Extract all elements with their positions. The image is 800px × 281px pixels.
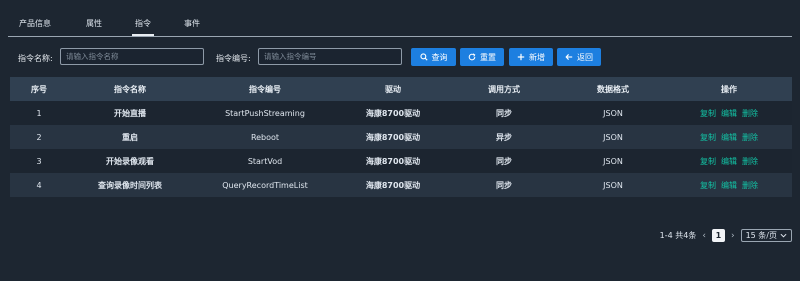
edit-link[interactable]: 编辑: [721, 132, 737, 143]
delete-link[interactable]: 删除: [742, 156, 758, 167]
row-data-format: JSON: [603, 156, 623, 166]
header-call-mode: 调用方式: [488, 84, 520, 94]
row-name: 开始直播: [114, 108, 146, 118]
arrow-left-icon: [565, 54, 573, 60]
back-button[interactable]: 返回: [557, 48, 601, 66]
row-actions: 复制 编辑 删除: [666, 180, 792, 191]
command-code-input[interactable]: [258, 48, 402, 65]
tab-bar: 产品信息 属性 指令 事件: [8, 14, 792, 37]
search-icon: [419, 53, 428, 61]
tab-events[interactable]: 事件: [182, 18, 202, 36]
prev-page-icon[interactable]: ‹: [702, 231, 706, 241]
page-size-select[interactable]: 15 条/页: [740, 229, 792, 242]
row-index: 3: [36, 156, 42, 166]
edit-link[interactable]: 编辑: [721, 180, 737, 191]
row-driver: 海康8700驱动: [365, 132, 421, 142]
row-actions: 复制 编辑 删除: [666, 132, 792, 143]
refresh-icon: [468, 53, 476, 61]
page-number-current[interactable]: 1: [711, 229, 725, 242]
header-index: 序号: [31, 84, 47, 94]
copy-link[interactable]: 复制: [700, 108, 716, 119]
copy-link[interactable]: 复制: [700, 156, 716, 167]
plus-icon: [517, 53, 525, 61]
row-data-format: JSON: [603, 132, 623, 142]
row-code: QueryRecordTimeList: [222, 180, 308, 190]
reset-button-label: 重置: [480, 52, 496, 62]
tab-properties[interactable]: 属性: [84, 18, 104, 36]
table-row: 2 重启 Reboot 海康8700驱动 异步 JSON 复制 编辑 删除: [10, 125, 792, 149]
row-data-format: JSON: [603, 180, 623, 190]
table-row: 3 开始录像观看 StartVod 海康8700驱动 同步 JSON 复制 编辑…: [10, 149, 792, 173]
row-name: 查询录像时间列表: [98, 180, 162, 190]
search-button[interactable]: 查询: [411, 48, 456, 66]
row-driver: 海康8700驱动: [365, 180, 421, 190]
add-button-label: 新增: [529, 52, 545, 62]
add-button[interactable]: 新增: [509, 48, 553, 66]
command-code-label: 指令编号:: [216, 54, 251, 63]
search-button-label: 查询: [431, 52, 448, 62]
edit-link[interactable]: 编辑: [721, 108, 737, 119]
header-driver: 驱动: [385, 84, 401, 94]
edit-link[interactable]: 编辑: [721, 156, 737, 167]
header-code: 指令编号: [249, 84, 281, 94]
header-actions: 操作: [721, 84, 737, 94]
row-index: 1: [36, 108, 42, 118]
page-size-label: 15 条/页: [745, 231, 777, 240]
delete-link[interactable]: 删除: [742, 108, 758, 119]
row-code: Reboot: [250, 132, 280, 142]
command-name-input[interactable]: [60, 48, 204, 65]
command-name-label: 指令名称:: [18, 54, 53, 63]
table-row: 1 开始直播 StartPushStreaming 海康8700驱动 同步 JS…: [10, 101, 792, 125]
row-name: 重启: [122, 132, 138, 142]
row-actions: 复制 编辑 删除: [666, 108, 792, 119]
pagination: 1-4 共4条 ‹ 1 › 15 条/页: [660, 229, 792, 242]
row-driver: 海康8700驱动: [365, 156, 421, 166]
chevron-down-icon: [780, 233, 787, 238]
header-name: 指令名称: [114, 84, 146, 94]
row-data-format: JSON: [603, 108, 623, 118]
row-index: 2: [36, 132, 42, 142]
back-button-label: 返回: [577, 52, 593, 62]
copy-link[interactable]: 复制: [700, 132, 716, 143]
row-call-mode: 异步: [496, 132, 512, 142]
tab-commands[interactable]: 指令: [132, 18, 154, 36]
copy-link[interactable]: 复制: [700, 180, 716, 191]
row-driver: 海康8700驱动: [365, 108, 421, 118]
next-page-icon[interactable]: ›: [731, 231, 735, 241]
tab-product-info[interactable]: 产品信息: [18, 18, 52, 36]
row-call-mode: 同步: [496, 108, 512, 118]
reset-button[interactable]: 重置: [460, 48, 504, 66]
row-call-mode: 同步: [496, 156, 512, 166]
table-row: 4 查询录像时间列表 QueryRecordTimeList 海康8700驱动 …: [10, 173, 792, 197]
table-header: 序号 指令名称 指令编号 驱动 调用方式 数据格式 操作: [10, 77, 792, 101]
pagination-summary: 1-4 共4条: [659, 231, 697, 240]
delete-link[interactable]: 删除: [742, 180, 758, 191]
row-code: StartVod: [247, 156, 283, 166]
row-index: 4: [36, 180, 42, 190]
delete-link[interactable]: 删除: [742, 132, 758, 143]
row-actions: 复制 编辑 删除: [666, 156, 792, 167]
row-code: StartPushStreaming: [225, 108, 305, 118]
header-data-format: 数据格式: [597, 84, 629, 94]
commands-table: 序号 指令名称 指令编号 驱动 调用方式 数据格式 操作 1 开始直播 Star…: [10, 77, 792, 197]
row-call-mode: 同步: [496, 180, 512, 190]
row-name: 开始录像观看: [106, 156, 154, 166]
